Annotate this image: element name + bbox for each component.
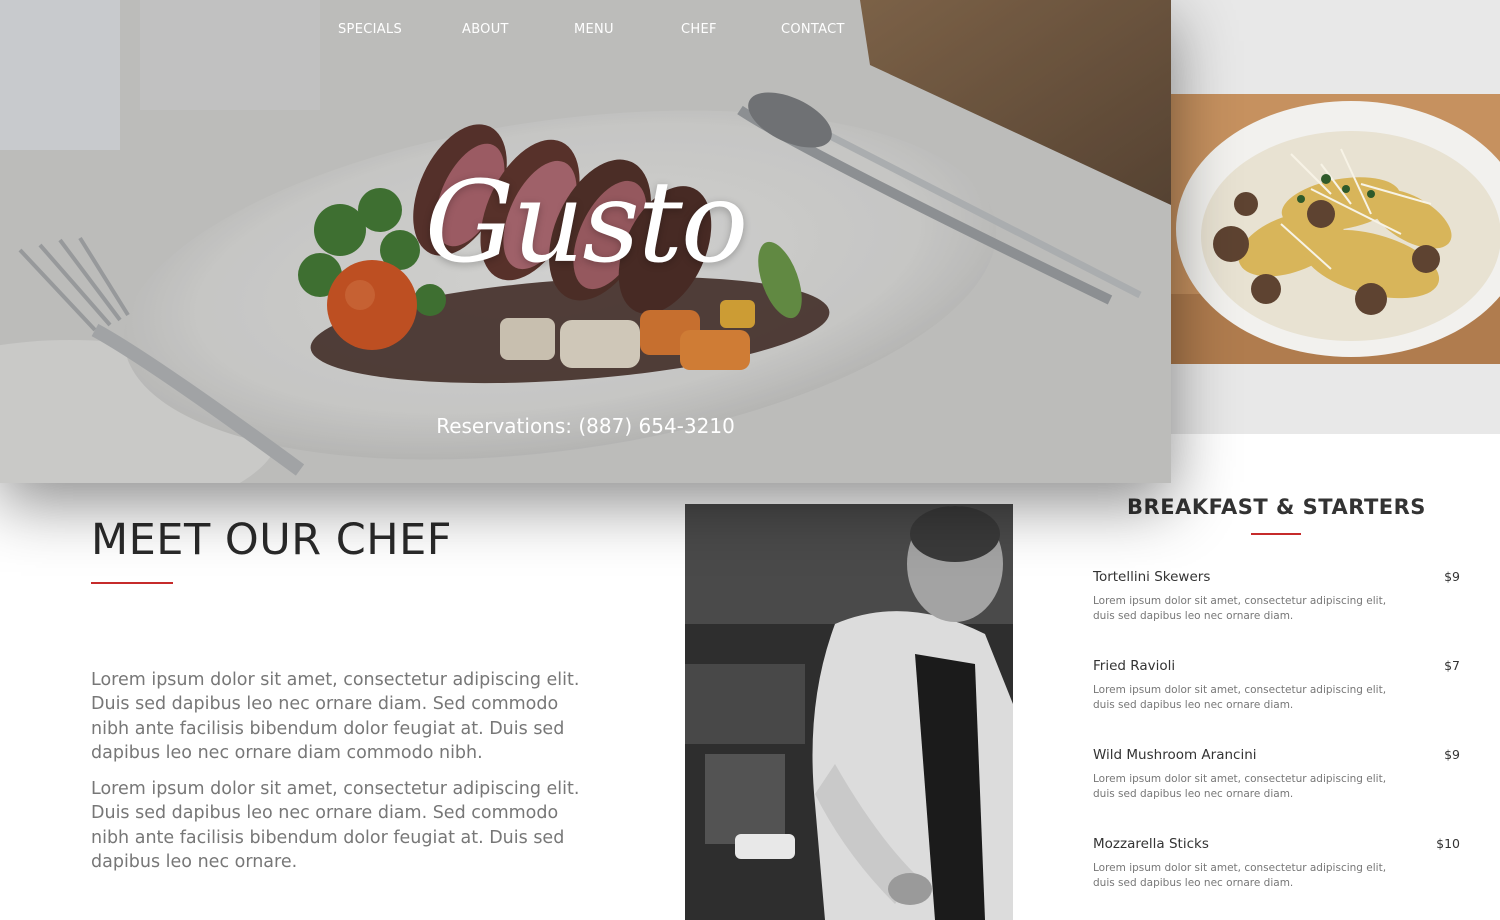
menu-item-description: Lorem ipsum dolor sit amet, consectetur … [1093,595,1387,622]
nav-item-specials[interactable]: SPECIALS [338,22,402,37]
menu-section-title: BREAKFAST & STARTERS [1127,495,1426,519]
menu-item-description: Lorem ipsum dolor sit amet, consectetur … [1093,684,1387,711]
nav-item-menu[interactable]: MENU [574,22,614,37]
menu-item-price: $9 [1444,569,1460,584]
chef-paragraph-2: Lorem ipsum dolor sit amet, consectetur … [91,779,580,872]
hero-section: SPECIALS ABOUT MENU CHEF CONTACT Gusto R… [0,0,1171,483]
menu-item-name: Mozzarella Sticks [1093,836,1209,852]
menu-item-description: Lorem ipsum dolor sit amet, consectetur … [1093,773,1387,800]
nav-item-chef[interactable]: CHEF [681,22,717,37]
chef-photo [685,504,1013,920]
pasta-dish-photo [1171,94,1500,364]
menu-item-price: $9 [1444,747,1460,762]
site-logo: Gusto [424,158,749,288]
menu-item-name: Fried Ravioli [1093,658,1176,674]
menu-item-price: $7 [1444,658,1460,673]
menu-section: BREAKFAST & STARTERS Tortellini Skewers … [1013,434,1500,920]
menu-item-price: $10 [1436,836,1460,851]
main-nav: SPECIALS ABOUT MENU CHEF CONTACT [0,22,1171,42]
nav-item-contact[interactable]: CONTACT [781,22,845,37]
menu-item-name: Wild Mushroom Arancini [1093,747,1257,763]
menu-item-description: Lorem ipsum dolor sit amet, consectetur … [1093,862,1387,889]
reservations-phone: Reservations: (887) 654-3210 [436,414,735,438]
chef-title-underline [91,582,173,584]
chef-paragraph-1: Lorem ipsum dolor sit amet, consectetur … [91,670,580,763]
chef-section: MEET OUR CHEF Lorem ipsum dolor sit amet… [0,483,1013,920]
nav-item-about[interactable]: ABOUT [462,22,509,37]
chef-section-title: MEET OUR CHEF [91,515,452,565]
menu-title-underline [1251,533,1301,535]
menu-item-name: Tortellini Skewers [1093,569,1211,585]
